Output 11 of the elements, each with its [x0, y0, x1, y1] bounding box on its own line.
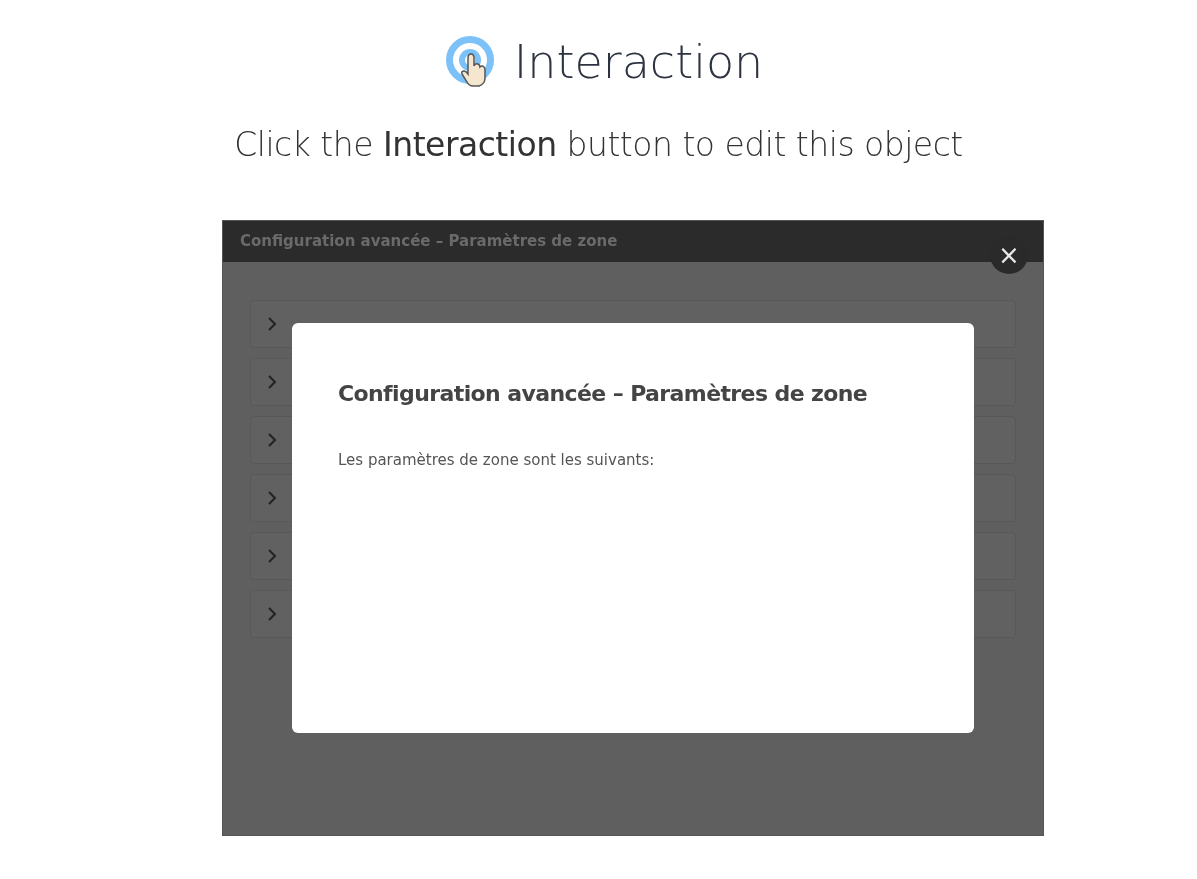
- chevron-icon: [267, 548, 277, 563]
- chevron-icon: [267, 432, 277, 447]
- modal-text: Les paramètres de zone sont les suivants:: [338, 449, 656, 471]
- modal-title: Configuration avancée – Paramètres de zone: [338, 380, 869, 407]
- frame-title: Configuration avancée – Paramètres de zone: [240, 230, 618, 252]
- instruction-text: Click the Interaction button to edit this object: [233, 124, 964, 166]
- chevron-icon: [267, 490, 277, 505]
- chevron-icon: [267, 606, 277, 621]
- page-title: Interaction: [513, 39, 764, 85]
- chevron-icon: [267, 374, 277, 389]
- chevron-icon: [267, 316, 277, 331]
